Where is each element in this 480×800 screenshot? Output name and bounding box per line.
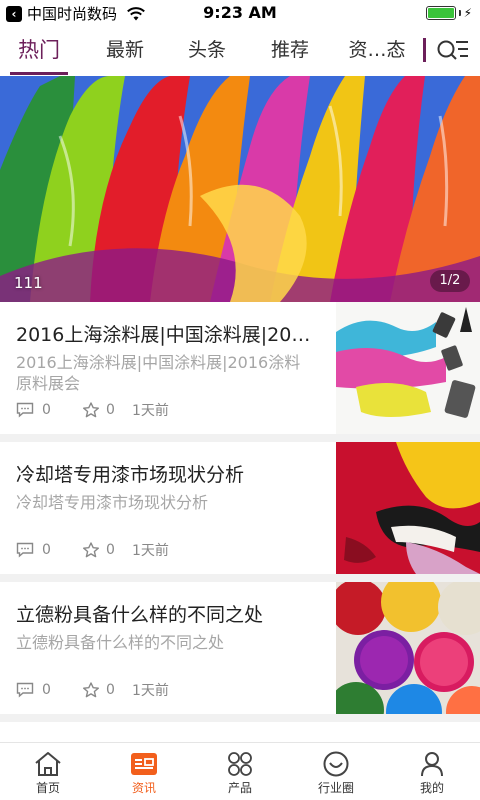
article-meta: 0 0 1天前 [16,680,169,700]
person-icon [421,752,443,777]
tab-hot[interactable]: 热门 [4,26,74,76]
tab-separator [423,38,426,62]
nav-home[interactable]: 首页 [0,743,96,800]
grid-icon [228,752,252,776]
article-time: 1天前 [132,683,169,699]
battery-tip [458,10,461,16]
status-time: 9:23 AM [203,3,277,22]
active-tab-underline [10,72,68,75]
comment-count[interactable]: 0 [16,542,82,558]
bottom-navigation: 首页 资讯 产品 行业圈 我的 [0,742,480,800]
article-title: 冷却塔专用漆市场现状分析 [16,464,245,486]
article-meta: 0 0 1天前 [16,400,169,420]
category-tab-bar: 热门 最新 头条 推荐 资…态 [0,26,480,76]
article-time: 1天前 [132,543,169,559]
article-item[interactable]: 立德粉具备什么样的不同之处 立德粉具备什么样的不同之处 0 0 1天前 [0,582,480,714]
battery-icon [425,6,456,20]
tab-news-trends[interactable]: 资…态 [336,26,418,76]
list-divider [0,714,480,722]
article-title: 立德粉具备什么样的不同之处 [16,604,264,626]
home-icon [35,752,61,776]
article-summary: 立德粉具备什么样的不同之处 [16,633,225,652]
nav-label: 我的 [419,781,444,795]
article-item[interactable]: 2016上海涂料展|中国涂料展|201... 2016上海涂料展|中国涂料展|2… [0,302,480,434]
comment-count[interactable]: 0 [16,402,82,418]
status-right: ⚡ [425,6,472,20]
star-icon [83,402,99,418]
nav-label: 首页 [35,781,60,795]
article-thumbnail [336,302,480,434]
favorite-count[interactable]: 0 [82,542,126,558]
tab-headlines[interactable]: 头条 [172,26,242,76]
nav-products[interactable]: 产品 [192,743,288,800]
tab-recommended[interactable]: 推荐 [255,26,325,76]
comment-icon [16,542,34,558]
nav-label: 行业圈 [317,781,354,795]
status-bar: ‹ 中国时尚数码 9:23 AM ⚡ [0,0,480,26]
category-search-icon[interactable] [435,36,471,66]
comment-icon [16,682,34,698]
star-icon [83,542,99,558]
banner-page-indicator: 1/2 [430,270,470,292]
article-time: 1天前 [132,403,169,419]
nav-label: 产品 [227,781,252,795]
list-divider [0,434,480,442]
banner-carousel[interactable]: 111 1/2 [0,76,480,302]
article-thumbnail [336,582,480,714]
smile-icon [323,751,349,777]
favorite-count[interactable]: 0 [82,682,126,698]
news-icon [131,753,157,775]
banner-image [0,76,480,302]
favorite-count[interactable]: 0 [82,402,126,418]
list-divider [0,574,480,582]
nav-profile[interactable]: 我的 [384,743,480,800]
article-meta: 0 0 1天前 [16,540,169,560]
nav-industry-circle[interactable]: 行业圈 [288,743,384,800]
article-thumbnail [336,442,480,574]
tab-latest[interactable]: 最新 [90,26,160,76]
star-icon [83,682,99,698]
nav-news[interactable]: 资讯 [96,743,192,800]
article-title: 2016上海涂料展|中国涂料展|201... [16,324,321,346]
banner-caption: 111 [14,274,43,292]
article-summary: 冷却塔专用漆市场现状分析 [16,493,209,512]
article-item[interactable]: 冷却塔专用漆市场现状分析 冷却塔专用漆市场现状分析 0 0 1天前 [0,442,480,574]
battery-level [427,8,454,18]
charging-icon: ⚡ [463,6,472,20]
article-summary: 2016上海涂料展|中国涂料展|2016涂料原料展会 [16,353,301,393]
comment-icon [16,402,34,418]
nav-label: 资讯 [131,781,156,795]
comment-count[interactable]: 0 [16,682,82,698]
